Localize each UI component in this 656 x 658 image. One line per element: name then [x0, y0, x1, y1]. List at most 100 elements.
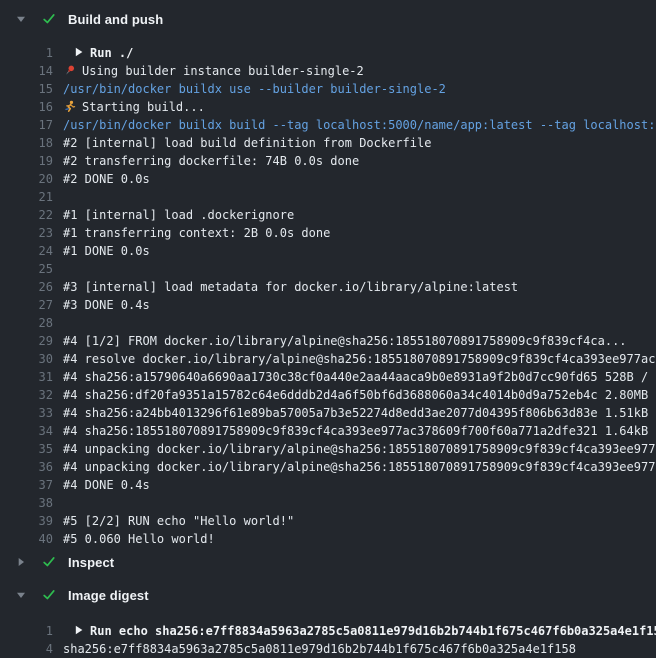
log-line: 35 #4 unpacking docker.io/library/alpine… [0, 440, 656, 458]
line-content: #4 sha256:df20fa9351a15782c64e6dddb2d4a6… [53, 386, 656, 404]
line-number[interactable]: 20 [0, 170, 53, 188]
log-section-inspect: Inspect [0, 548, 656, 576]
log-line: 31 #4 sha256:a15790640a6690aa1730c38cf0a… [0, 368, 656, 386]
log-line[interactable]: 1 Run echo sha256:e7ff8834a5963a2785c5a0… [0, 622, 656, 640]
line-content: #1 [internal] load .dockerignore [53, 206, 656, 224]
line-text: #4 sha256:185518070891758909c9f839cf4ca3… [63, 424, 656, 438]
line-text: Run echo sha256:e7ff8834a5963a2785c5a081… [90, 624, 656, 638]
line-number[interactable]: 40 [0, 530, 53, 548]
line-text: #4 sha256:a24bb4013296f61e89ba57005a7b3e… [63, 406, 656, 420]
play-icon[interactable] [75, 44, 83, 62]
line-number[interactable]: 21 [0, 188, 53, 206]
line-content: #4 unpacking docker.io/library/alpine@sh… [53, 458, 656, 476]
line-content: #4 sha256:a24bb4013296f61e89ba57005a7b3e… [53, 404, 656, 422]
line-number[interactable]: 31 [0, 368, 53, 386]
line-content: #1 transferring context: 2B 0.0s done [53, 224, 656, 242]
line-content: Starting build... [53, 98, 656, 116]
line-content: #3 [internal] load metadata for docker.i… [53, 278, 656, 296]
line-number[interactable]: 22 [0, 206, 53, 224]
log-line: 34 #4 sha256:185518070891758909c9f839cf4… [0, 422, 656, 440]
line-content: #3 DONE 0.4s [53, 296, 656, 314]
log-line: 36 #4 unpacking docker.io/library/alpine… [0, 458, 656, 476]
line-number[interactable]: 4 [0, 640, 53, 658]
line-number[interactable]: 14 [0, 62, 53, 80]
line-text: #1 [internal] load .dockerignore [63, 208, 294, 222]
line-text: Run ./ [90, 46, 133, 60]
line-number[interactable]: 27 [0, 296, 53, 314]
line-number[interactable]: 38 [0, 494, 53, 512]
line-content [53, 260, 656, 278]
line-text: #4 DONE 0.4s [63, 478, 150, 492]
log-line: 33 #4 sha256:a24bb4013296f61e89ba57005a7… [0, 404, 656, 422]
line-text: #4 sha256:df20fa9351a15782c64e6dddb2d4a6… [63, 388, 656, 402]
line-number[interactable]: 24 [0, 242, 53, 260]
log-section-build-and-push: Build and push 1 Run ./ 14 Using builder… [0, 0, 656, 548]
line-text: #5 0.060 Hello world! [63, 532, 215, 546]
line-number[interactable]: 32 [0, 386, 53, 404]
log-line[interactable]: 1 Run ./ [0, 44, 656, 62]
line-text: #2 transferring dockerfile: 74B 0.0s don… [63, 154, 359, 168]
line-number[interactable]: 1 [0, 622, 53, 640]
line-number[interactable]: 28 [0, 314, 53, 332]
line-number[interactable]: 18 [0, 134, 53, 152]
runner-icon [63, 100, 76, 116]
line-number[interactable]: 19 [0, 152, 53, 170]
log-line: 14 Using builder instance builder-single… [0, 62, 656, 80]
line-text: #1 DONE 0.0s [63, 244, 150, 258]
pushpin-icon [63, 64, 76, 80]
line-text: Starting build... [82, 100, 205, 114]
line-number[interactable]: 34 [0, 422, 53, 440]
line-content: #1 DONE 0.0s [53, 242, 656, 260]
line-number[interactable]: 15 [0, 80, 53, 98]
line-text: #4 unpacking docker.io/library/alpine@sh… [63, 442, 656, 456]
line-text: #4 sha256:a15790640a6690aa1730c38cf0a440… [63, 370, 656, 384]
line-content: Run echo sha256:e7ff8834a5963a2785c5a081… [53, 622, 656, 640]
log-section-image-digest: Image digest 1 Run echo sha256:e7ff8834a… [0, 576, 656, 658]
log-lines: 1 Run ./ 14 Using builder instance build… [0, 38, 656, 548]
line-content: /usr/bin/docker buildx build --tag local… [53, 116, 656, 134]
line-number[interactable]: 36 [0, 458, 53, 476]
section-header-build-and-push[interactable]: Build and push [0, 0, 656, 38]
line-number[interactable]: 17 [0, 116, 53, 134]
line-number[interactable]: 16 [0, 98, 53, 116]
line-content: #4 [1/2] FROM docker.io/library/alpine@s… [53, 332, 656, 350]
line-content [53, 314, 656, 332]
log-line: 32 #4 sha256:df20fa9351a15782c64e6dddb2d… [0, 386, 656, 404]
line-number[interactable]: 37 [0, 476, 53, 494]
line-text: #3 [internal] load metadata for docker.i… [63, 280, 518, 294]
log-line: 28 [0, 314, 656, 332]
line-content [53, 494, 656, 512]
log-line: 25 [0, 260, 656, 278]
line-content: /usr/bin/docker buildx use --builder bui… [53, 80, 656, 98]
log-line: 17 /usr/bin/docker buildx build --tag lo… [0, 116, 656, 134]
line-text: #3 DONE 0.4s [63, 298, 150, 312]
section-header-image-digest[interactable]: Image digest [0, 576, 656, 614]
line-content: #2 DONE 0.0s [53, 170, 656, 188]
line-number[interactable]: 35 [0, 440, 53, 458]
line-number[interactable]: 23 [0, 224, 53, 242]
section-title: Image digest [68, 588, 149, 603]
section-title: Inspect [68, 555, 114, 570]
section-title: Build and push [68, 12, 163, 27]
workflow-log-sections: Build and push 1 Run ./ 14 Using builder… [0, 0, 656, 658]
line-number[interactable]: 1 [0, 44, 53, 62]
line-content: #4 sha256:185518070891758909c9f839cf4ca3… [53, 422, 656, 440]
log-line: 16 Starting build... [0, 98, 656, 116]
line-number[interactable]: 26 [0, 278, 53, 296]
log-line: 24 #1 DONE 0.0s [0, 242, 656, 260]
line-text: #4 unpacking docker.io/library/alpine@sh… [63, 460, 656, 474]
log-lines: 1 Run echo sha256:e7ff8834a5963a2785c5a0… [0, 614, 656, 658]
line-text: sha256:e7ff8834a5963a2785c5a0811e979d16b… [63, 642, 576, 656]
log-line: 38 [0, 494, 656, 512]
chevron-down-icon [16, 590, 28, 600]
log-line: 15 /usr/bin/docker buildx use --builder … [0, 80, 656, 98]
line-number[interactable]: 30 [0, 350, 53, 368]
play-icon[interactable] [75, 622, 83, 640]
line-number[interactable]: 39 [0, 512, 53, 530]
log-line: 39 #5 [2/2] RUN echo "Hello world!" [0, 512, 656, 530]
line-number[interactable]: 29 [0, 332, 53, 350]
section-header-inspect[interactable]: Inspect [0, 548, 656, 576]
line-number[interactable]: 33 [0, 404, 53, 422]
line-number[interactable]: 25 [0, 260, 53, 278]
line-content: #2 [internal] load build definition from… [53, 134, 656, 152]
